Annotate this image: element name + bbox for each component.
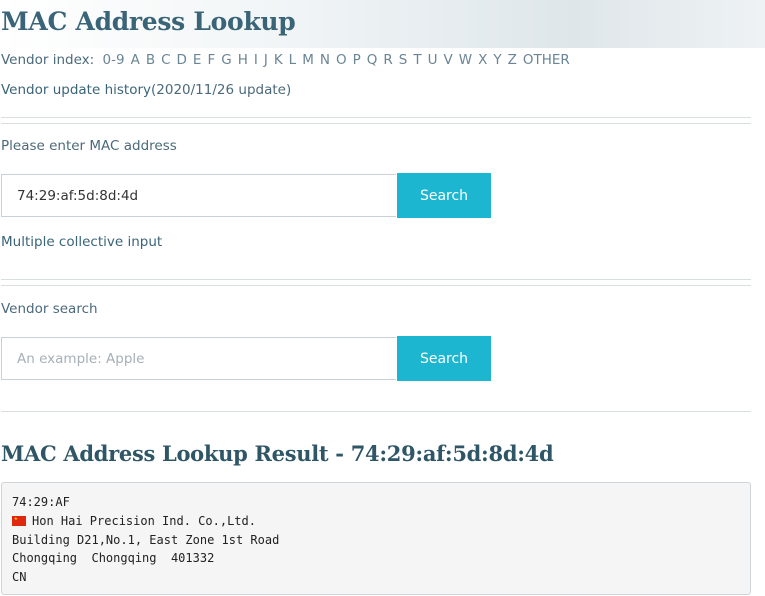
divider <box>1 123 751 124</box>
vendor-index-link[interactable]: W <box>459 52 472 68</box>
page-title: MAC Address Lookup <box>1 7 296 36</box>
vendor-index-link[interactable]: F <box>207 52 215 68</box>
vendor-index-links: 0-9 A B C D E F G H I J K L M N O P Q R S T U V W X Y Z OTHER <box>99 52 576 68</box>
vendor-index-link[interactable]: K <box>274 52 283 68</box>
china-flag-icon <box>12 515 26 526</box>
divider <box>1 279 751 280</box>
vendor-index-link[interactable]: Z <box>508 52 517 68</box>
vendor-index-link[interactable]: G <box>221 52 231 68</box>
vendor-index-link[interactable]: R <box>383 52 392 68</box>
vendor-index-label: Vendor index: <box>1 52 95 68</box>
vendor-index-link[interactable]: C <box>161 52 170 68</box>
result-prefix: 74:29:AF <box>12 495 70 509</box>
vendor-index-link[interactable]: S <box>399 52 408 68</box>
page-header: MAC Address Lookup <box>0 0 765 48</box>
result-vendor-line: Hon Hai Precision Ind. Co.,Ltd. <box>12 512 740 531</box>
vendor-index-link[interactable]: E <box>193 52 202 68</box>
mac-input-label: Please enter MAC address <box>1 138 177 154</box>
vendor-index-link[interactable]: M <box>302 52 314 68</box>
mac-address-input[interactable] <box>1 174 396 217</box>
vendor-index-link[interactable]: V <box>444 52 453 68</box>
mac-search-button[interactable]: Search <box>397 173 491 218</box>
vendor-index-link[interactable]: J <box>264 52 268 68</box>
vendor-history-note: (2020/11/26 update) <box>151 82 292 98</box>
divider <box>1 285 751 286</box>
vendor-index-link[interactable]: U <box>428 52 438 68</box>
vendor-index-link[interactable]: 0-9 <box>103 52 125 68</box>
divider <box>1 117 751 118</box>
vendor-index-link[interactable]: H <box>238 52 248 68</box>
vendor-search-button[interactable]: Search <box>397 336 491 381</box>
vendor-index-link[interactable]: D <box>177 52 187 68</box>
result-title: MAC Address Lookup Result - 74:29:af:5d:… <box>1 441 554 466</box>
vendor-index-link[interactable]: A <box>131 52 140 68</box>
vendor-index-link[interactable]: OTHER <box>523 52 570 68</box>
vendor-index-link[interactable]: Y <box>493 52 501 68</box>
vendor-index-link[interactable]: T <box>413 52 421 68</box>
vendor-history: Vendor update history(2020/11/26 update) <box>1 82 291 98</box>
vendor-index-link[interactable]: O <box>336 52 347 68</box>
vendor-index: Vendor index: 0-9 A B C D E F G H I J K L M N O P Q R S T U V W… <box>1 52 576 68</box>
vendor-search-input[interactable] <box>1 337 396 380</box>
result-address-1: Building D21,No.1, East Zone 1st Road <box>12 532 280 547</box>
multiple-input-link[interactable]: Multiple collective input <box>1 234 162 250</box>
vendor-index-link[interactable]: Q <box>367 52 378 68</box>
result-vendor: Hon Hai Precision Ind. Co.,Ltd. <box>32 513 256 528</box>
vendor-index-link[interactable]: B <box>146 52 155 68</box>
divider <box>1 411 751 412</box>
vendor-index-link[interactable]: X <box>478 52 487 68</box>
vendor-index-link[interactable]: N <box>320 52 330 68</box>
result-country: CN <box>12 570 27 585</box>
vendor-index-link[interactable]: P <box>353 52 361 68</box>
vendor-history-link[interactable]: Vendor update history <box>1 82 151 98</box>
vendor-index-link[interactable]: L <box>289 52 297 68</box>
vendor-search-label: Vendor search <box>1 301 98 317</box>
result-address-2: Chongqing Chongqing 401332 <box>12 551 215 566</box>
vendor-index-link[interactable]: I <box>254 52 258 68</box>
result-box: 74:29:AF Hon Hai Precision Ind. Co.,Ltd. B… <box>1 482 751 595</box>
